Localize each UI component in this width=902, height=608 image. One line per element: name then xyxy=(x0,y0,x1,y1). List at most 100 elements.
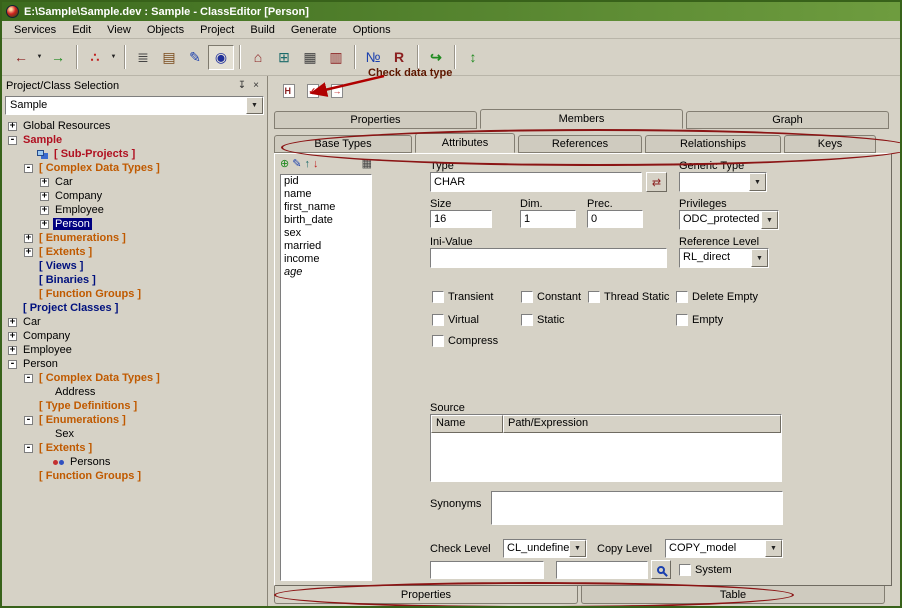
attribute-item[interactable]: first_name xyxy=(281,201,371,214)
reference-level-dropdown[interactable]: RL_direct ▼ xyxy=(679,248,769,268)
tree-expander[interactable]: + xyxy=(40,206,49,215)
tree-item[interactable]: -[ Extents ] xyxy=(2,441,267,455)
type-link-button[interactable]: ⇄ xyxy=(646,172,667,192)
tree-expander[interactable]: - xyxy=(24,444,33,453)
tree-item[interactable]: -[ Complex Data Types ] xyxy=(2,371,267,385)
tab-relationships[interactable]: Relationships xyxy=(645,135,781,153)
delete-empty-checkbox[interactable]: Delete Empty xyxy=(676,291,758,303)
run-button[interactable]: ↪ xyxy=(423,45,449,70)
tree-expander[interactable]: + xyxy=(40,220,49,229)
menu-edit[interactable]: Edit xyxy=(64,22,99,38)
expand-data-type-button[interactable]: → xyxy=(326,81,347,100)
tab-properties[interactable]: Properties xyxy=(274,111,477,129)
book-button[interactable]: ▤ xyxy=(156,45,182,70)
menu-options[interactable]: Options xyxy=(345,22,399,38)
tree-expander[interactable]: + xyxy=(8,332,17,341)
empty-checkbox[interactable]: Empty xyxy=(676,314,723,326)
move-down-icon[interactable]: ↓ xyxy=(313,159,319,170)
move-up-icon[interactable]: ↑ xyxy=(304,159,310,170)
tree-item[interactable]: [ Sub-Projects ] xyxy=(2,147,267,161)
thread-static-checkbox[interactable]: Thread Static xyxy=(588,291,669,303)
report-button[interactable]: ▥ xyxy=(323,45,349,70)
rename-button[interactable]: R xyxy=(386,45,412,70)
project-button[interactable]: ⌂ xyxy=(245,45,271,70)
attribute-item[interactable]: name xyxy=(281,188,371,201)
tree-expander[interactable]: - xyxy=(24,416,33,425)
tree-expander[interactable]: + xyxy=(8,318,17,327)
tree-item[interactable]: -[ Enumerations ] xyxy=(2,413,267,427)
chevron-down-icon[interactable]: ▼ xyxy=(749,173,766,191)
edit-attribute-icon[interactable]: ✎ xyxy=(292,159,301,170)
check-data-type-button[interactable]: ✓ xyxy=(302,81,323,100)
dim-input[interactable] xyxy=(520,210,576,228)
tree-item[interactable]: [ Function Groups ] xyxy=(2,469,267,483)
bottom-field-1[interactable] xyxy=(430,561,544,579)
tree-expander[interactable]: + xyxy=(8,122,17,131)
chevron-down-icon[interactable]: ▼ xyxy=(765,540,782,557)
compress-checkbox[interactable]: Compress xyxy=(432,335,498,347)
table-button[interactable]: ⊞ xyxy=(271,45,297,70)
source-col-name[interactable]: Name xyxy=(431,415,503,433)
tree-item[interactable]: Address xyxy=(2,385,267,399)
tree-expander[interactable]: + xyxy=(24,248,33,257)
back-button[interactable]: ← xyxy=(8,45,34,70)
numbering-button[interactable]: № xyxy=(360,45,386,70)
tab-keys[interactable]: Keys xyxy=(784,135,876,153)
tree-expander[interactable]: + xyxy=(40,192,49,201)
tree-item[interactable]: +Employee xyxy=(2,203,267,217)
tree-expander[interactable]: + xyxy=(24,234,33,243)
attribute-item[interactable]: sex xyxy=(281,227,371,240)
attribute-item[interactable]: married xyxy=(281,240,371,253)
tree-item[interactable]: -[ Complex Data Types ] xyxy=(2,161,267,175)
menu-generate[interactable]: Generate xyxy=(283,22,345,38)
tree-item[interactable]: [ Type Definitions ] xyxy=(2,399,267,413)
tree-expander[interactable]: - xyxy=(24,374,33,383)
tab-references[interactable]: References xyxy=(518,135,642,153)
attribute-item[interactable]: pid xyxy=(281,175,371,188)
combobox-dropdown-button[interactable]: ▼ xyxy=(246,97,263,114)
tree-item[interactable]: Persons xyxy=(2,455,267,469)
tree-item[interactable]: [ Project Classes ] xyxy=(2,301,267,315)
chevron-down-icon[interactable]: ▼ xyxy=(751,249,768,267)
project-combobox[interactable]: Sample ▼ xyxy=(5,96,264,115)
menu-view[interactable]: View xyxy=(99,22,139,38)
type-input[interactable] xyxy=(430,172,642,192)
prec-input[interactable] xyxy=(587,210,643,228)
inherited-members-button[interactable]: H xyxy=(278,81,299,100)
source-table[interactable]: Name Path/Expression xyxy=(430,414,782,482)
back-dropdown-button[interactable]: ▼ xyxy=(34,45,45,70)
tree-item[interactable]: Sex xyxy=(2,427,267,441)
form-editor-button[interactable]: ✎ xyxy=(182,45,208,70)
attribute-grid-icon[interactable]: ▦ xyxy=(362,159,372,170)
tree-expander[interactable]: - xyxy=(24,164,33,173)
tree-item[interactable]: +Company xyxy=(2,329,267,343)
menu-build[interactable]: Build xyxy=(242,22,282,38)
menu-project[interactable]: Project xyxy=(192,22,242,38)
tree-expander[interactable]: + xyxy=(8,346,17,355)
ini-value-input[interactable] xyxy=(430,248,667,268)
close-icon[interactable]: × xyxy=(249,79,263,92)
generic-type-dropdown[interactable]: ▼ xyxy=(679,172,767,192)
tab-bottom-properties[interactable]: Properties xyxy=(274,586,578,604)
attribute-item[interactable]: income xyxy=(281,253,371,266)
tree-expander[interactable]: + xyxy=(40,178,49,187)
tree-expander[interactable]: - xyxy=(8,136,17,145)
menu-services[interactable]: Services xyxy=(6,22,64,38)
transient-checkbox[interactable]: Transient xyxy=(432,291,493,303)
copy-level-dropdown[interactable]: COPY_model ▼ xyxy=(665,539,783,558)
system-checkbox[interactable]: System xyxy=(679,564,732,576)
tree-item[interactable]: +Company xyxy=(2,189,267,203)
chevron-down-icon[interactable]: ▼ xyxy=(761,211,778,229)
static-checkbox[interactable]: Static xyxy=(521,314,565,326)
check-level-dropdown[interactable]: CL_undefined ▼ xyxy=(503,539,587,558)
virtual-checkbox[interactable]: Virtual xyxy=(432,314,479,326)
tree-expander[interactable]: - xyxy=(8,360,17,369)
tab-graph[interactable]: Graph xyxy=(686,111,889,129)
privileges-dropdown[interactable]: ODC_protected ▼ xyxy=(679,210,779,230)
view-list-button[interactable]: ≣ xyxy=(130,45,156,70)
diagram-button[interactable]: ∴ xyxy=(82,45,108,70)
constant-checkbox[interactable]: Constant xyxy=(521,291,581,303)
diagram-dropdown-button[interactable]: ▼ xyxy=(108,45,119,70)
tree-item[interactable]: [ Function Groups ] xyxy=(2,287,267,301)
tree-item[interactable]: +[ Extents ] xyxy=(2,245,267,259)
